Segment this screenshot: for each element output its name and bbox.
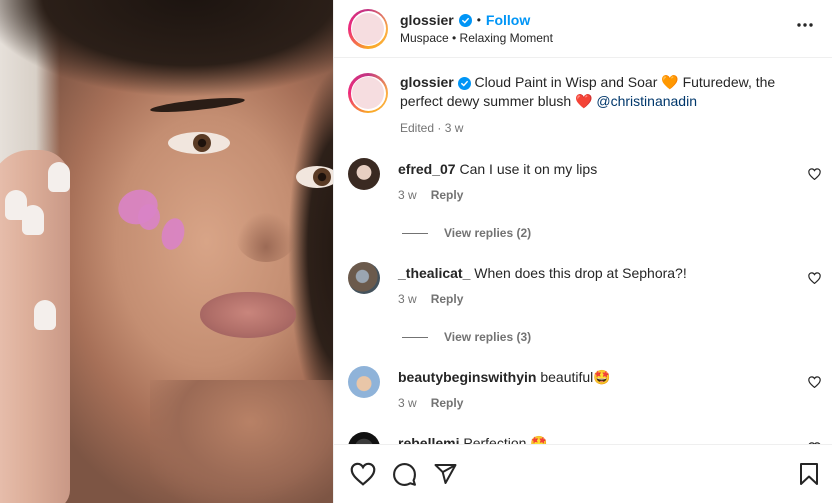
view-replies-button[interactable]: View replies (2) [402, 226, 832, 240]
bookmark-icon[interactable] [799, 462, 819, 489]
comment-username[interactable]: _thealicat_ [398, 265, 470, 281]
audio-subtitle[interactable]: Muspace • Relaxing Moment [400, 31, 553, 45]
account-avatar[interactable] [348, 8, 388, 49]
caption-meta: Edited · 3 w [400, 121, 464, 135]
separator-dot: • [476, 13, 481, 27]
reply-button[interactable]: Reply [431, 394, 464, 412]
comment-username[interactable]: rebellemj [398, 435, 459, 444]
comment-item: efred_07 Can I use it on my lips 3 w Rep… [334, 158, 832, 204]
follow-button[interactable]: Follow [486, 12, 530, 28]
photo-lips [200, 292, 296, 338]
comment-text: Can I use it on my lips [459, 161, 598, 177]
reply-button[interactable]: Reply [431, 290, 464, 308]
caption-text: Cloud Paint in Wisp and Soar 🧡 Futuredew… [400, 74, 776, 109]
comment-avatar[interactable] [348, 366, 380, 398]
comment-text: beautiful🤩 [540, 369, 611, 385]
instagram-post-view: glossier • Follow Muspace • Relaxing Mom… [0, 0, 832, 503]
comment-username[interactable]: efred_07 [398, 161, 456, 177]
comment-time: 3 w [398, 292, 417, 306]
photo-nail [5, 190, 27, 220]
caption-avatar[interactable] [348, 73, 388, 113]
comment-like-heart-icon[interactable] [808, 168, 821, 183]
comment-item: rebellemj Perfection 🤩 [334, 432, 832, 444]
photo-nose [236, 212, 296, 262]
comment-avatar[interactable] [348, 262, 380, 294]
share-icon[interactable] [433, 462, 458, 486]
comment-avatar[interactable] [348, 432, 380, 444]
comment-avatar[interactable] [348, 158, 380, 190]
photo-blush-swatch [138, 204, 160, 230]
reply-button[interactable]: Reply [431, 186, 464, 204]
photo-nail [48, 162, 70, 192]
caption-username[interactable]: glossier [400, 74, 454, 90]
comments-list[interactable]: glossier Cloud Paint in Wisp and Soar 🧡 … [334, 59, 832, 444]
photo-neck [150, 380, 333, 503]
photo-eye-left [168, 132, 230, 154]
view-replies-button[interactable]: View replies (3) [402, 330, 832, 344]
comment-icon[interactable] [392, 462, 417, 487]
photo-nail [34, 300, 56, 330]
heart-icon[interactable] [350, 462, 376, 486]
comment-item: _thealicat_ When does this drop at Sepho… [334, 262, 832, 308]
header-text: glossier • Follow Muspace • Relaxing Mom… [400, 12, 553, 45]
post-actions-bar [334, 444, 832, 503]
post-caption: glossier Cloud Paint in Wisp and Soar 🧡 … [334, 59, 832, 138]
comment-like-heart-icon[interactable] [808, 272, 821, 287]
verified-badge-icon [458, 13, 472, 27]
account-username[interactable]: glossier [400, 12, 454, 28]
post-header: glossier • Follow Muspace • Relaxing Mom… [334, 0, 832, 58]
comment-text: When does this drop at Sephora?! [474, 265, 687, 281]
view-replies-label: View replies (2) [444, 226, 532, 240]
comment-item: beautybeginswithyin beautiful🤩 3 w Reply [334, 366, 832, 412]
view-replies-label: View replies (3) [444, 330, 532, 344]
comment-time: 3 w [398, 396, 417, 410]
post-photo[interactable] [0, 0, 333, 503]
comment-username[interactable]: beautybeginswithyin [398, 369, 536, 385]
comment-text: Perfection 🤩 [463, 435, 548, 444]
comment-time: 3 w [398, 188, 417, 202]
verified-badge-icon [457, 77, 471, 90]
more-options-icon[interactable] [796, 16, 814, 37]
post-details-panel: glossier • Follow Muspace • Relaxing Mom… [333, 0, 832, 503]
caption-mention-link[interactable]: @christinanadin [596, 93, 697, 109]
comment-like-heart-icon[interactable] [808, 376, 821, 391]
photo-eye-right [296, 166, 333, 188]
photo-blush-swatch [158, 215, 188, 253]
